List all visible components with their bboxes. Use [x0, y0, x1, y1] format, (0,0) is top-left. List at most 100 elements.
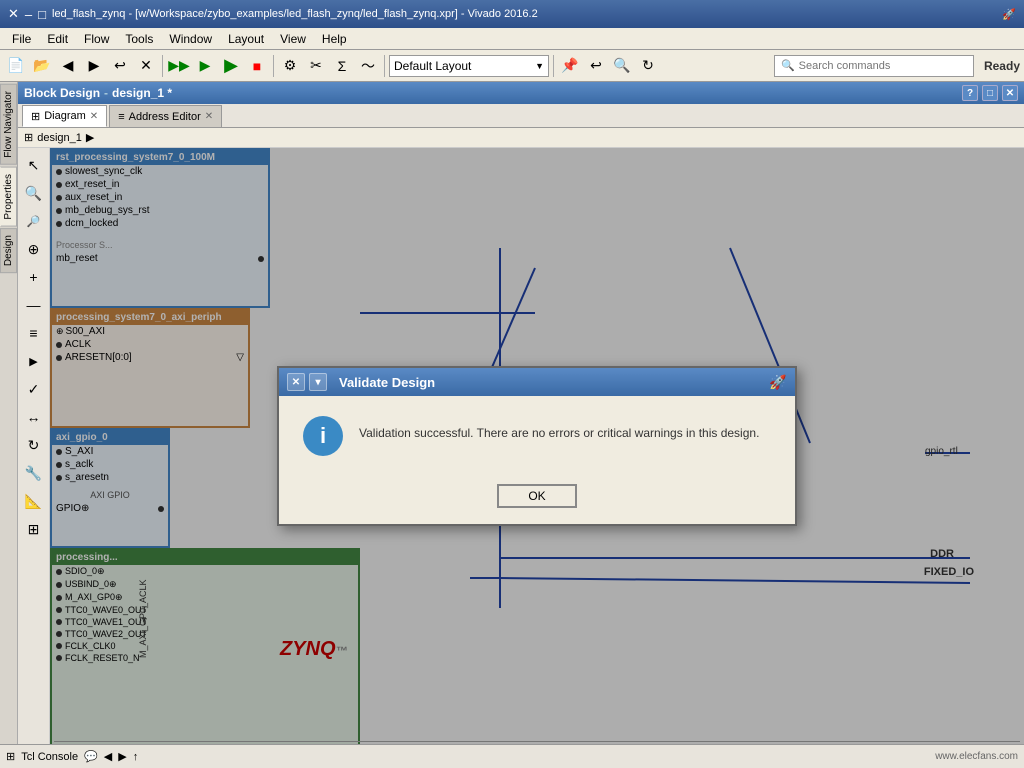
statusbar-chat-icon[interactable]: 💬 [84, 750, 98, 763]
back-button[interactable]: ◀ [56, 54, 80, 78]
menu-edit[interactable]: Edit [39, 30, 76, 48]
statusbar-back-icon[interactable]: ◀ [104, 750, 112, 763]
bd-tab-name: design_1 * [112, 86, 172, 100]
diagram-tab-close[interactable]: ✕ [90, 111, 98, 122]
vertical-sidebar: Flow Navigator Properties Design [0, 82, 18, 744]
tool-zoom-in[interactable]: 🔍 [21, 180, 47, 206]
titlebar-minimize-icon[interactable]: – [25, 7, 32, 22]
impl-button[interactable]: ▶ [193, 54, 217, 78]
stop-button[interactable]: ■ [245, 54, 269, 78]
statusbar-site: www.elecfans.com [935, 751, 1018, 762]
tool-bus[interactable]: ≡ [21, 320, 47, 346]
canvas-tools-area: ↖ 🔍 🔎 ⊕ + — ≡ ▶ ✓ ↔ ↻ 🔧 📐 ⊞ [18, 148, 1024, 744]
synth-button[interactable]: ▶▶ [167, 54, 191, 78]
tool-select[interactable]: ↖ [21, 152, 47, 178]
bd-restore-btn[interactable]: □ [982, 85, 998, 101]
tool-address[interactable]: 📐 [21, 488, 47, 514]
block-design-panel: Block Design - design_1 * ? □ ✕ ⊞ Diagra… [18, 82, 1024, 744]
ok-button[interactable]: OK [497, 484, 577, 508]
menu-flow[interactable]: Flow [76, 30, 117, 48]
tool-hierarchy[interactable]: ⊞ [21, 516, 47, 542]
tool-debug[interactable]: 🔧 [21, 460, 47, 486]
tool-regenerate[interactable]: ↻ [21, 432, 47, 458]
run-button[interactable]: ▶ [219, 54, 243, 78]
refresh2-button[interactable]: ↻ [636, 54, 660, 78]
bd-close-btn[interactable]: ✕ [1002, 85, 1018, 101]
validate-dialog[interactable]: ✕ ▾ Validate Design 🚀 i Va [277, 366, 797, 526]
menu-window[interactable]: Window [161, 30, 220, 48]
cut-button[interactable]: ✂ [304, 54, 328, 78]
titlebar: ✕ – □ led_flash_zynq - [w/Workspace/zybo… [0, 0, 1024, 28]
arrow-button[interactable]: ↩ [584, 54, 608, 78]
dialog-controls: 🚀 [769, 373, 787, 391]
diagram-tab-label: Diagram [44, 110, 86, 122]
dialog-message: Validation successful. There are no erro… [359, 416, 759, 442]
forward-button[interactable]: ▶ [82, 54, 106, 78]
separator-1 [162, 55, 163, 77]
dialog-title: Validate Design [339, 375, 435, 390]
statusbar-icon: ⊞ [6, 750, 15, 763]
menu-tools[interactable]: Tools [117, 30, 161, 48]
separator-2 [273, 55, 274, 77]
design-tab[interactable]: Design [0, 228, 17, 273]
tool-validate[interactable]: ✓ [21, 376, 47, 402]
tools-panel: ↖ 🔍 🔎 ⊕ + — ≡ ▶ ✓ ↔ ↻ 🔧 📐 ⊞ [18, 148, 50, 744]
address-editor-tab-close[interactable]: ✕ [205, 111, 213, 122]
tcl-console-label[interactable]: Tcl Console [21, 751, 78, 763]
dialog-info-icon: i [303, 416, 343, 456]
tool-fit[interactable]: ⊕ [21, 236, 47, 262]
new-button[interactable]: 📄 [4, 54, 28, 78]
dialog-dropdown-btn[interactable]: ▾ [309, 373, 327, 391]
statusbar-up-icon[interactable]: ↑ [133, 751, 139, 763]
dialog-vivado-icon: 🚀 [769, 373, 787, 391]
titlebar-close-icon[interactable]: ✕ [8, 6, 19, 22]
tool-auto-connect[interactable]: ↔ [21, 404, 47, 430]
dialog-footer: OK [279, 476, 795, 524]
menu-help[interactable]: Help [314, 30, 355, 48]
tool-run[interactable]: ▶ [21, 348, 47, 374]
bd-question-btn[interactable]: ? [962, 85, 978, 101]
bd-titlebar: Block Design - design_1 * ? □ ✕ [18, 82, 1024, 104]
dialog-overlay: ✕ ▾ Validate Design 🚀 i Va [50, 148, 1024, 744]
titlebar-title: led_flash_zynq - [w/Workspace/zybo_examp… [52, 8, 538, 20]
statusbar: ⊞ Tcl Console 💬 ◀ ▶ ↑ www.elecfans.com [0, 744, 1024, 768]
bd-controls: ? □ ✕ [962, 85, 1018, 101]
menu-view[interactable]: View [272, 30, 314, 48]
gear-button[interactable]: ⚙ [278, 54, 302, 78]
diagram-tab-icon: ⊞ [31, 110, 40, 123]
search-container: 🔍 [774, 55, 974, 77]
design-canvas[interactable]: rst_processing_system7_0_100M slowest_sy… [50, 148, 1024, 744]
properties-tab[interactable]: Properties [0, 167, 17, 227]
tool-zoom-out[interactable]: 🔎 [21, 208, 47, 234]
tabs-bar: ⊞ Diagram ✕ ≡ Address Editor ✕ [18, 104, 1024, 128]
search-icon: 🔍 [781, 59, 795, 72]
address-editor-tab[interactable]: ≡ Address Editor ✕ [109, 105, 222, 127]
breadcrumb-arrow: ▶ [86, 131, 94, 144]
breadcrumb-icon: ⊞ [24, 131, 33, 144]
pin-button[interactable]: 📌 [558, 54, 582, 78]
dialog-content: i Validation successful. There are no er… [279, 396, 795, 476]
statusbar-forward-icon[interactable]: ▶ [118, 750, 126, 763]
close-tb-button[interactable]: ✕ [134, 54, 158, 78]
titlebar-maximize-icon[interactable]: □ [38, 7, 46, 22]
menubar: File Edit Flow Tools Window Layout View … [0, 28, 1024, 50]
refresh-button[interactable]: ↩ [108, 54, 132, 78]
menu-file[interactable]: File [4, 30, 39, 48]
flow-navigator-tab[interactable]: Flow Navigator [0, 84, 17, 165]
ready-label: Ready [984, 59, 1020, 73]
search-input[interactable] [799, 60, 967, 72]
toolbar: 📄 📂 ◀ ▶ ↩ ✕ ▶▶ ▶ ▶ ■ ⚙ ✂ Σ 〜 Default Lay… [0, 50, 1024, 82]
zoom-button[interactable]: 🔍 [610, 54, 634, 78]
wave-button[interactable]: 〜 [356, 54, 380, 78]
separator-3 [384, 55, 385, 77]
main-area: Flow Navigator Properties Design Block D… [0, 82, 1024, 744]
tool-wire[interactable]: — [21, 292, 47, 318]
menu-layout[interactable]: Layout [220, 30, 272, 48]
dialog-close-btn[interactable]: ✕ [287, 373, 305, 391]
layout-dropdown[interactable]: Default Layout [389, 55, 549, 77]
tool-add[interactable]: + [21, 264, 47, 290]
address-editor-tab-label: Address Editor [129, 111, 201, 123]
open-button[interactable]: 📂 [30, 54, 54, 78]
diagram-tab[interactable]: ⊞ Diagram ✕ [22, 105, 107, 127]
sigma-button[interactable]: Σ [330, 54, 354, 78]
